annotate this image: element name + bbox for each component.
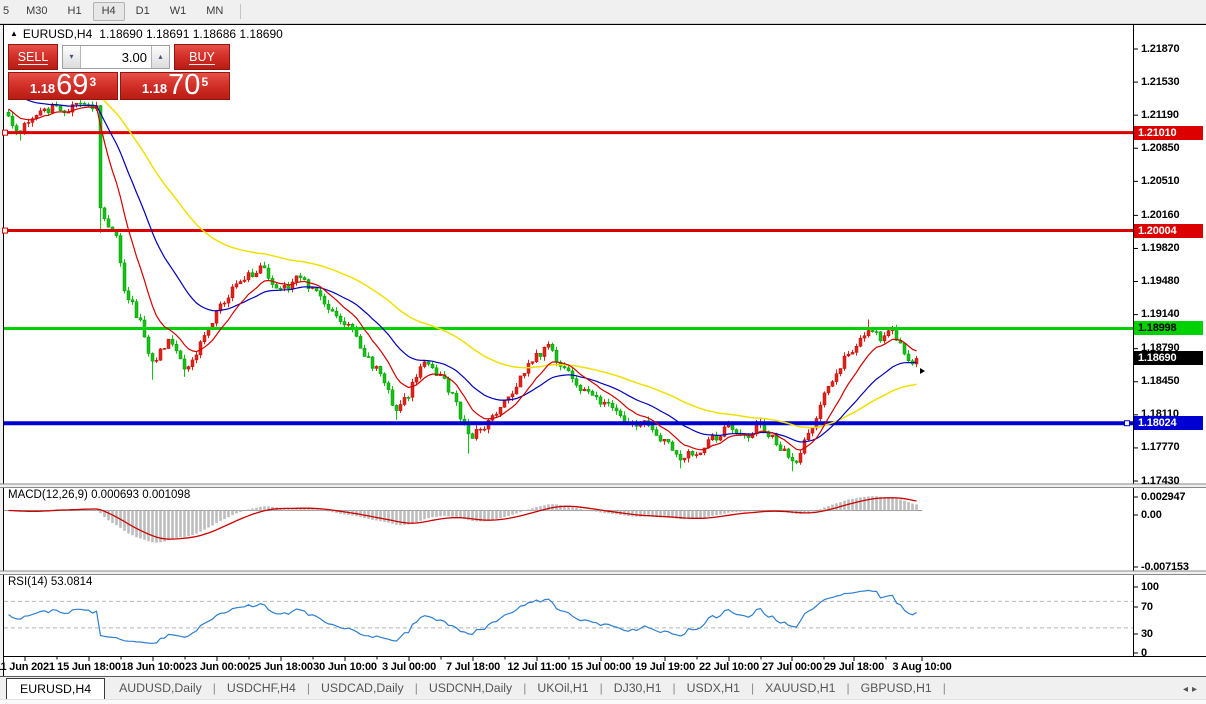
indicator-axis-label: 100 <box>1141 581 1159 593</box>
price-axis-label: 1.21870 <box>1141 43 1179 55</box>
buy-button[interactable]: BUY <box>174 44 230 70</box>
price-axis-label: 1.17770 <box>1141 441 1179 453</box>
time-axis-label: 15 Jun 18:00 <box>57 661 121 673</box>
indicator-axis-label: 30 <box>1141 628 1153 640</box>
tab-divider: | <box>943 678 946 699</box>
tab-gbpusd-h1[interactable]: GBPUSD,H1 <box>850 678 943 699</box>
indicator-axis-label: 0 <box>1141 647 1147 659</box>
indicator-axis-label: 0.00 <box>1141 509 1162 521</box>
time-axis-label: 23 Jun 00:00 <box>185 661 249 673</box>
time-axis-label: 27 Jul 00:00 <box>762 661 822 673</box>
volume-spinner: ▾ ▴ <box>62 45 170 69</box>
price-level-badge-1.20004: 1.20004 <box>1134 224 1203 238</box>
tab-ukoil-h1[interactable]: UKOil,H1 <box>526 678 599 699</box>
volume-input[interactable] <box>81 46 151 68</box>
chart-tab-bar: EURUSD,H4AUDUSD,Daily|USDCHF,H4|USDCAD,D… <box>0 677 1206 704</box>
price-axis-label: 1.19480 <box>1141 275 1179 287</box>
timeframe-button-mn[interactable]: MN <box>197 2 232 21</box>
time-axis-label: 25 Jun 18:00 <box>249 661 313 673</box>
price-axis-label: 1.18450 <box>1141 375 1179 387</box>
timeframe-button-h1[interactable]: H1 <box>59 2 91 21</box>
tab-scroll-arrows: ◂▸ <box>1183 684 1201 695</box>
price-axis-label: 1.17430 <box>1141 475 1179 487</box>
tab-scroll-left-icon[interactable]: ◂ <box>1183 684 1192 695</box>
timeframe-button-d1[interactable]: D1 <box>127 2 159 21</box>
tab-eurusd-h4[interactable]: EURUSD,H4 <box>6 678 105 701</box>
macd-indicator-label: MACD(12,26,9) 0.000693 0.001098 <box>8 489 190 501</box>
current-price-badge: 1.18690 <box>1134 351 1203 365</box>
sell-button[interactable]: SELL <box>8 44 58 70</box>
timeframe-button-w1[interactable]: W1 <box>161 2 196 21</box>
tab-dj30-h1[interactable]: DJ30,H1 <box>603 678 673 699</box>
time-axis-label: 11 Jun 2021 <box>0 661 55 673</box>
price-axis-label: 1.20510 <box>1141 175 1179 187</box>
chevron-up-icon: ▴ <box>158 52 162 61</box>
indicator-axis-label: 0.002947 <box>1141 491 1185 503</box>
price-axis-label: 1.21190 <box>1141 109 1179 121</box>
time-axis-label: 7 Jul 18:00 <box>446 661 500 673</box>
buy-price-display[interactable]: 1.18705 <box>120 72 230 100</box>
timeframe-button-5[interactable]: 5 <box>0 2 15 21</box>
time-axis-label: 18 Jun 10:00 <box>121 661 185 673</box>
tab-usdcnh-daily[interactable]: USDCNH,Daily <box>418 678 523 699</box>
price-axis-label: 1.19820 <box>1141 242 1179 254</box>
indicator-axis-label: -0.007153 <box>1141 561 1189 573</box>
chart-collapse-icon[interactable]: ▲ <box>10 29 18 38</box>
rsi-indicator-label: RSI(14) 53.0814 <box>8 576 92 588</box>
price-axis-label: 1.20850 <box>1141 142 1179 154</box>
price-level-badge-1.18024: 1.18024 <box>1134 416 1203 430</box>
time-axis-label: 15 Jul 00:00 <box>571 661 631 673</box>
price-axis-label: 1.21530 <box>1141 76 1179 88</box>
chart-background <box>4 25 1206 677</box>
time-axis-label: 19 Jul 19:00 <box>635 661 695 673</box>
timeframe-button-m30[interactable]: M30 <box>17 2 56 21</box>
tab-bar-substrip <box>0 699 1206 704</box>
chart-ohlc-label: 1.18690 1.18691 1.18686 1.18690 <box>99 27 283 41</box>
timeframe-toolbar: 5M30H1H4D1W1MN <box>0 0 1206 24</box>
timeframe-button-h4[interactable]: H4 <box>93 2 125 21</box>
chart-title: ▲ EURUSD,H4 1.18690 1.18691 1.18686 1.1869… <box>10 27 283 41</box>
price-level-badge-1.21010: 1.21010 <box>1134 126 1203 140</box>
tab-usdx-h1[interactable]: USDX,H1 <box>676 678 751 699</box>
tab-scroll-right-icon[interactable]: ▸ <box>1192 684 1201 695</box>
chevron-down-icon: ▾ <box>69 52 73 61</box>
price-level-badge-1.18998: 1.18998 <box>1134 321 1203 335</box>
sell-price-display[interactable]: 1.18693 <box>8 72 118 100</box>
volume-decrease-button[interactable]: ▾ <box>63 46 81 68</box>
chart-symbol-label: EURUSD,H4 <box>23 27 92 41</box>
volume-increase-button[interactable]: ▴ <box>151 46 169 68</box>
time-axis-label: 12 Jul 11:00 <box>507 661 566 673</box>
one-click-trading-panel: SELL ▾ ▴ BUY 1.18693 1.18705 <box>8 44 230 100</box>
tab-usdchf-h4[interactable]: USDCHF,H4 <box>216 678 307 699</box>
indicator-axis-label: 70 <box>1141 601 1153 613</box>
price-axis-label: 1.19140 <box>1141 308 1179 320</box>
time-axis-label: 22 Jul 10:00 <box>699 661 759 673</box>
time-axis-label: 30 Jun 10:00 <box>313 661 377 673</box>
time-axis-label: 29 Jul 18:00 <box>824 661 884 673</box>
time-axis-label: 3 Aug 10:00 <box>892 661 951 673</box>
toolbar-separator <box>240 4 241 19</box>
tab-xauusd-h1[interactable]: XAUUSD,H1 <box>754 678 846 699</box>
tab-usdcad-daily[interactable]: USDCAD,Daily <box>310 678 415 699</box>
tab-audusd-daily[interactable]: AUDUSD,Daily <box>108 678 213 699</box>
price-axis-label: 1.20160 <box>1141 209 1179 221</box>
time-axis-label: 3 Jul 00:00 <box>382 661 436 673</box>
